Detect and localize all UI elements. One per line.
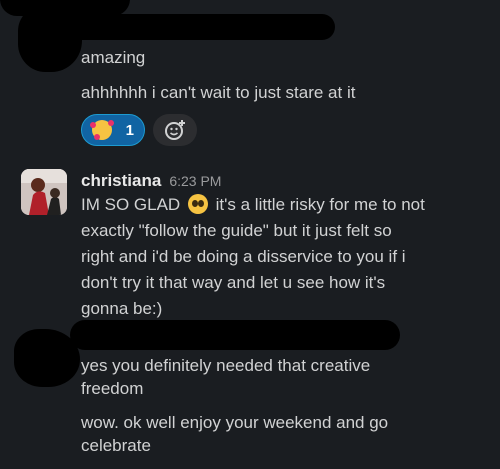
message-line: exactly "follow the guide" but it just f… [81, 221, 392, 240]
reaction-count: 1 [125, 121, 134, 139]
reaction-bar: 1 [81, 114, 197, 146]
message-line: right and i'd be doing a disservice to y… [81, 247, 406, 266]
message-text: wow. ok well enjoy your weekend and go [81, 413, 389, 432]
message-header: christiana 6:23 PM [81, 171, 221, 191]
pleading-face-icon [187, 194, 208, 214]
add-reaction-icon [165, 120, 185, 140]
message-text: yes you definitely needed that creative [81, 356, 371, 375]
message-text: celebrate [81, 436, 151, 455]
message-line: don't try it that way and let u see how … [81, 273, 386, 292]
message-line: gonna be:) [81, 299, 163, 318]
timestamp[interactable]: 6:23 PM [169, 173, 221, 189]
smiling-face-with-hearts-icon [90, 120, 114, 140]
reaction-smiling-hearts[interactable]: 1 [81, 114, 145, 146]
redacted-name-bottom [70, 320, 400, 350]
avatar[interactable] [21, 169, 67, 215]
author-name[interactable]: christiana [81, 171, 161, 191]
message-text: amazing [81, 48, 146, 67]
message-text: freedom [81, 379, 144, 398]
message-line: IM SO GLAD it's a little risky for me to… [81, 194, 425, 214]
add-reaction-button[interactable] [153, 114, 197, 146]
message-text: ahhhhhh i can't wait to just stare at it [81, 83, 356, 102]
redacted-name-top [60, 14, 335, 40]
